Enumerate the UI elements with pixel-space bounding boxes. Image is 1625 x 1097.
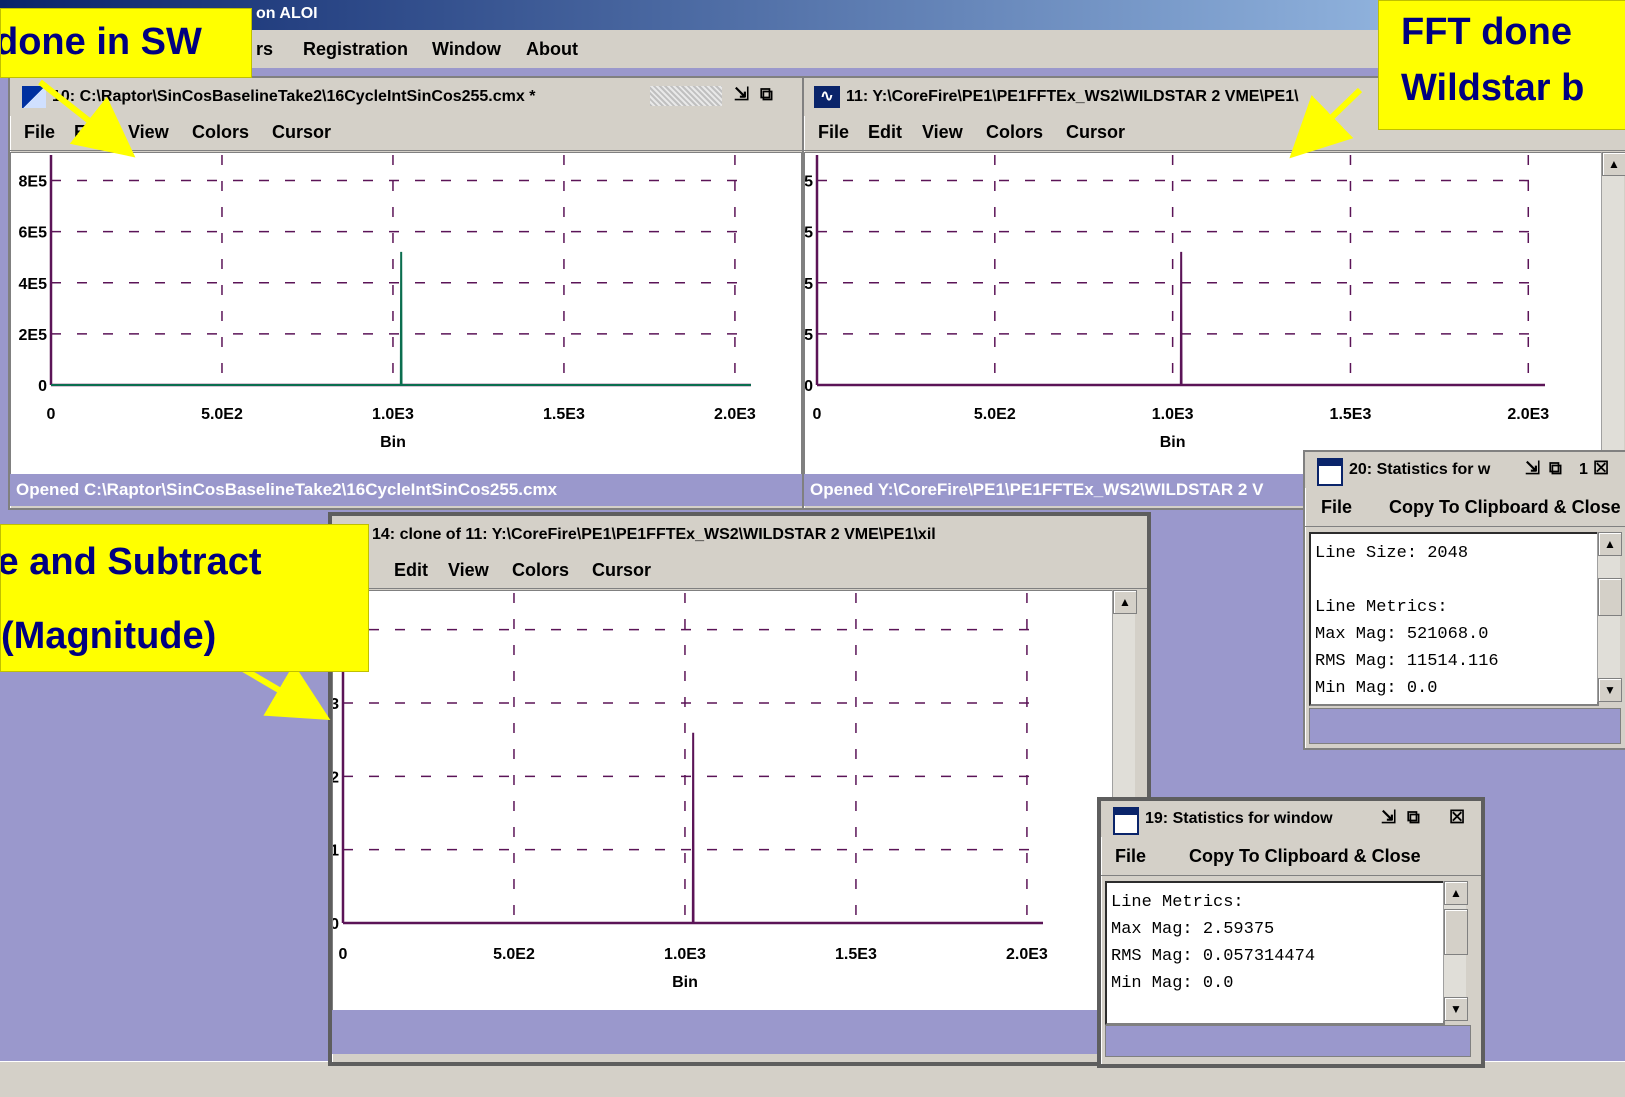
callout-done-in-sw: done in SW bbox=[0, 8, 252, 78]
arrow-fft bbox=[1289, 87, 1363, 159]
arrow-subtract bbox=[236, 663, 331, 721]
callout-fft-done: FFT done Wildstar b bbox=[1378, 0, 1625, 130]
arrow-sw bbox=[38, 79, 136, 158]
callout-subtract: le and Subtract (Magnitude) bbox=[0, 524, 369, 672]
